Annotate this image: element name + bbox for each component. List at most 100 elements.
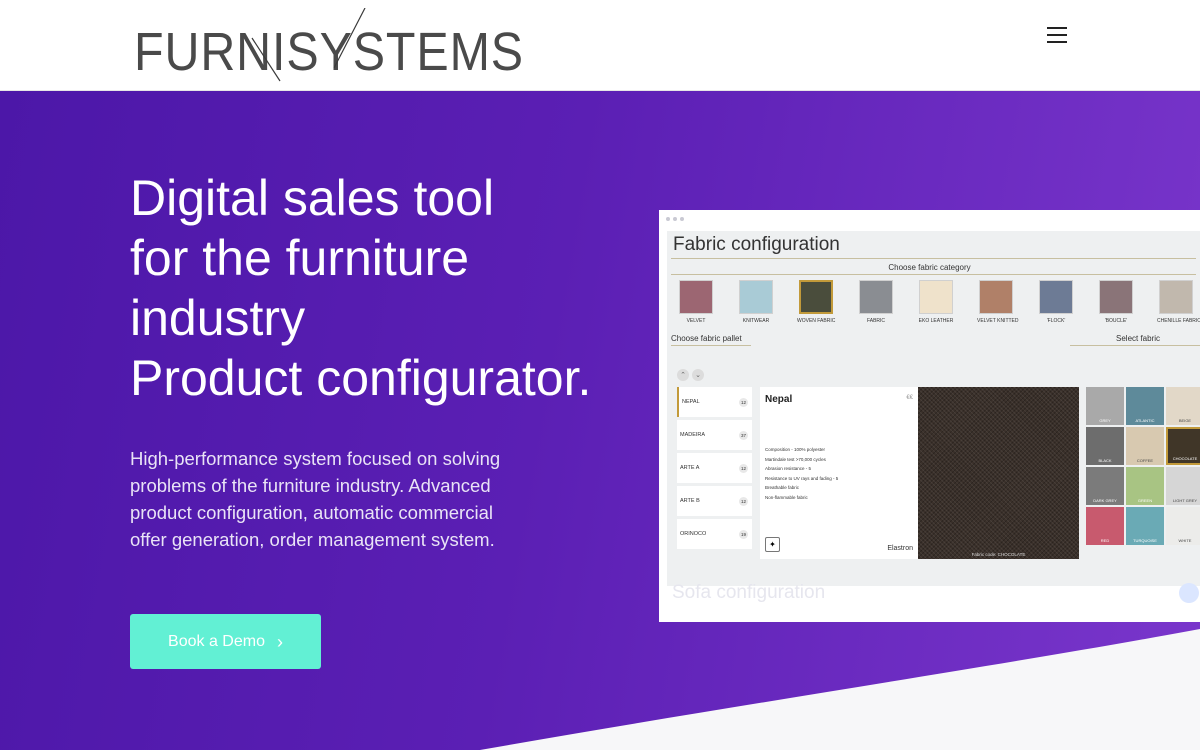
fabric-swatch[interactable]: DARK GREY: [1086, 467, 1124, 505]
window-dots: [666, 217, 684, 221]
fabric-pallet-item[interactable]: ARTE B 12: [677, 486, 752, 516]
book-demo-button[interactable]: Book a Demo ›: [130, 614, 321, 669]
logo-text: FURNISYSTEMS: [134, 22, 524, 82]
fabric-property: Non-flammable fabric: [765, 494, 808, 500]
fabric-pallet-list: NEPAL 12 MADEIRA 37 ARTE A 12 ARTE B 12 ORINOCO 1…: [677, 387, 752, 552]
headline-line-4: Product configurator.: [130, 350, 592, 406]
furnisystems-logo[interactable]: FURNISYSTEMS: [134, 8, 526, 82]
fabric-category-swatch: [919, 280, 953, 314]
fabric-category-swatch: [1039, 280, 1073, 314]
hero-description: High-performance system focused on solvi…: [130, 448, 501, 550]
fabric-swatch-grid: GREY ATLANTIC BEIGE BLACK COFFEE CHOCOLATE DAR…: [1086, 387, 1200, 545]
fabric-swatch[interactable]: BEIGE: [1166, 387, 1200, 425]
chevron-down-icon[interactable]: ⌄: [692, 369, 704, 381]
fabric-swatch-label: ATLANTIC: [1135, 418, 1155, 423]
fabric-pallet-item[interactable]: MADEIRA 37: [677, 420, 752, 450]
fabric-swatch-label: WHITE: [1178, 538, 1192, 543]
fabric-category-item[interactable]: CHENILLE FABRIC: [1157, 280, 1200, 324]
book-demo-label: Book a Demo: [168, 632, 265, 650]
fabric-swatch-label: GREEN: [1137, 498, 1153, 503]
fabric-category-item[interactable]: FABRIC: [857, 280, 895, 324]
fabric-swatch-label: BLACK: [1098, 458, 1112, 463]
fabric-detail-card: Nepal €€ Composition - 100% polyester Mar…: [760, 387, 918, 559]
pallet-label: NEPAL: [682, 399, 700, 405]
fabric-category-list: VELVET KNITWEAR WOVEN FABRIC FABRIC EKO LEAT…: [677, 280, 1200, 330]
fabric-category-item[interactable]: 'BOUCLE': [1097, 280, 1135, 324]
fabric-preview-caption: Fabric code: CHOCOLATE: [971, 552, 1026, 557]
fabric-swatch[interactable]: GREY: [1086, 387, 1124, 425]
hero-section: Digital sales tool for the furniture ind…: [0, 91, 1200, 750]
fabric-swatch-label: LIGHT GREY: [1172, 498, 1198, 503]
care-instructions-icon: ✦: [765, 537, 780, 552]
fabric-property: Composition - 100% polyester: [765, 447, 826, 452]
fabric-property: Abrasion resistance - 5: [765, 466, 812, 471]
fabric-category-swatch: [679, 280, 713, 314]
fabric-preview-image: Fabric code: CHOCOLATE: [918, 387, 1079, 559]
chat-bubble-icon[interactable]: [1179, 583, 1199, 603]
fabric-swatch[interactable]: RED: [1086, 507, 1124, 545]
fabric-category-item[interactable]: VELVET KNITTED: [977, 280, 1019, 324]
fabric-property: Martindale test >70,000 cycles: [765, 456, 826, 462]
fabric-swatch[interactable]: GREEN: [1126, 467, 1164, 505]
fabric-pallet-item[interactable]: ORINOCO 19: [677, 519, 752, 549]
fabric-swatch-label: RED: [1100, 538, 1110, 543]
fabric-category-label: VELVET: [686, 318, 706, 324]
price-level: €€: [906, 395, 913, 401]
fabric-category-label: 'FLOCK': [1046, 318, 1066, 324]
fabric-category-label: CHENILLE FABRIC: [1157, 318, 1200, 324]
fabric-category-swatch: [859, 280, 893, 314]
fabric-category-label: VELVET KNITTED: [977, 318, 1019, 324]
fabric-category-swatch: [1159, 280, 1193, 314]
headline-line-1: Digital sales tool: [130, 170, 495, 226]
pallet-label: ARTE B: [680, 498, 700, 504]
fabric-swatch[interactable]: LIGHT GREY: [1166, 467, 1200, 505]
pallet-count-badge: 37: [739, 430, 748, 440]
pallet-label: ORINOCO: [680, 531, 707, 537]
fabric-category-item[interactable]: WOVEN FABRIC: [797, 280, 835, 324]
pallet-count-badge: 12: [739, 397, 748, 407]
chevron-right-icon: ›: [276, 631, 283, 652]
fabric-category-label: FABRIC: [866, 318, 886, 324]
fabric-category-label: 'BOUCLE': [1104, 318, 1128, 324]
pallet-count-badge: 19: [739, 529, 748, 539]
fabric-category-item[interactable]: KNITWEAR: [737, 280, 775, 324]
fabric-swatch[interactable]: COFFEE: [1126, 427, 1164, 465]
fabric-category-swatch: [799, 280, 833, 314]
choose-fabric-pallet-title: Choose fabric pallet: [671, 334, 742, 343]
site-header: FURNISYSTEMS: [0, 0, 1200, 91]
pallet-count-badge: 12: [739, 496, 748, 506]
chevron-up-icon[interactable]: ⌃: [677, 369, 689, 381]
fabric-category-label: WOVEN FABRIC: [797, 318, 836, 324]
fabric-swatch[interactable]: ATLANTIC: [1126, 387, 1164, 425]
fabric-category-item[interactable]: VELVET: [677, 280, 715, 324]
fabric-pallet-item[interactable]: NEPAL 12: [677, 387, 752, 417]
pallet-label: ARTE A: [680, 465, 700, 471]
choose-fabric-category-title: Choose fabric category: [888, 263, 971, 272]
fabric-swatch[interactable]: TURQUOISE: [1126, 507, 1164, 545]
fabric-name: Nepal: [765, 394, 793, 405]
pallet-label: MADEIRA: [680, 432, 706, 438]
fabric-swatch-label: CHOCOLATE: [1172, 456, 1198, 461]
sofa-configuration-title: Sofa configuration: [672, 582, 826, 603]
fabric-category-label: KNITWEAR: [742, 318, 770, 324]
hamburger-menu-icon[interactable]: [1045, 25, 1069, 45]
fabric-pallet-item[interactable]: ARTE A 12: [677, 453, 752, 483]
fabric-swatch[interactable]: BLACK: [1086, 427, 1124, 465]
fabric-swatch[interactable]: WHITE: [1166, 507, 1200, 545]
fabric-configuration-panel: Fabric configuration Choose fabric categ…: [667, 231, 1200, 586]
fabric-category-swatch: [1099, 280, 1133, 314]
pallet-count-badge: 12: [739, 463, 748, 473]
fabric-swatch[interactable]: CHOCOLATE: [1166, 427, 1200, 465]
headline-line-3: industry: [130, 290, 306, 346]
fabric-category-item[interactable]: 'FLOCK': [1037, 280, 1075, 324]
fabric-swatch-label: BEIGE: [1178, 418, 1192, 423]
headline-line-2: for the furniture: [130, 230, 470, 286]
fabric-swatch-label: TURQUOISE: [1133, 538, 1157, 543]
fabric-category-item[interactable]: EKO LEATHER: [917, 280, 955, 324]
select-fabric-title: Select fabric: [1116, 334, 1161, 343]
pallet-scroll-buttons: ⌃ ⌄: [677, 369, 704, 381]
logo-graphic: FURNISYSTEMS: [134, 8, 524, 82]
fabric-category-label: EKO LEATHER: [918, 318, 954, 324]
fabric-property: Breathable fabric: [765, 485, 800, 490]
configurator-screenshot: Fabric configuration Choose fabric categ…: [659, 210, 1200, 622]
